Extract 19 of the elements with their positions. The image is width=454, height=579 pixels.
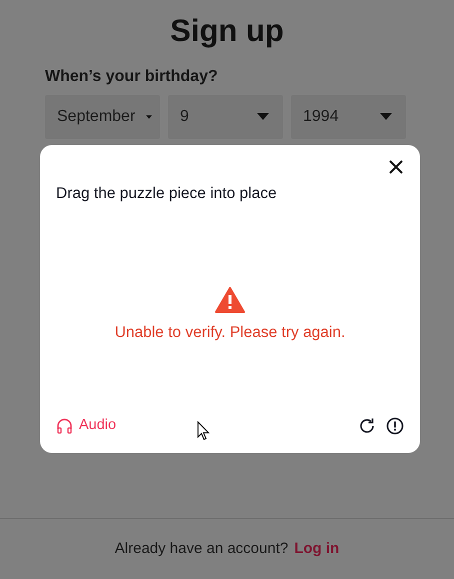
page-title: Sign up [170,12,284,50]
info-icon[interactable] [386,417,404,436]
captcha-prompt: Drag the puzzle piece into place [56,184,278,204]
refresh-icon[interactable] [358,417,376,436]
caret-icon [146,114,152,118]
dropdown[interactable]: 1994 [291,94,406,138]
login-link[interactable]: Log in [294,538,340,560]
close-icon[interactable] [389,160,403,174]
caret-icon [380,113,392,120]
birthday-label: When’s your birthday? [45,66,219,86]
error-message: Unable to verify. Please try again. [114,323,346,344]
headphones-icon [56,418,73,434]
footer-text: Already have an account? [114,538,288,559]
cursor-icon [197,421,210,441]
dropdown[interactable]: 9 [168,94,283,138]
dropdown[interactable]: September [45,94,160,138]
warning-icon [215,287,245,314]
caret-icon [257,113,269,120]
audio-button[interactable]: Audio [56,415,116,437]
